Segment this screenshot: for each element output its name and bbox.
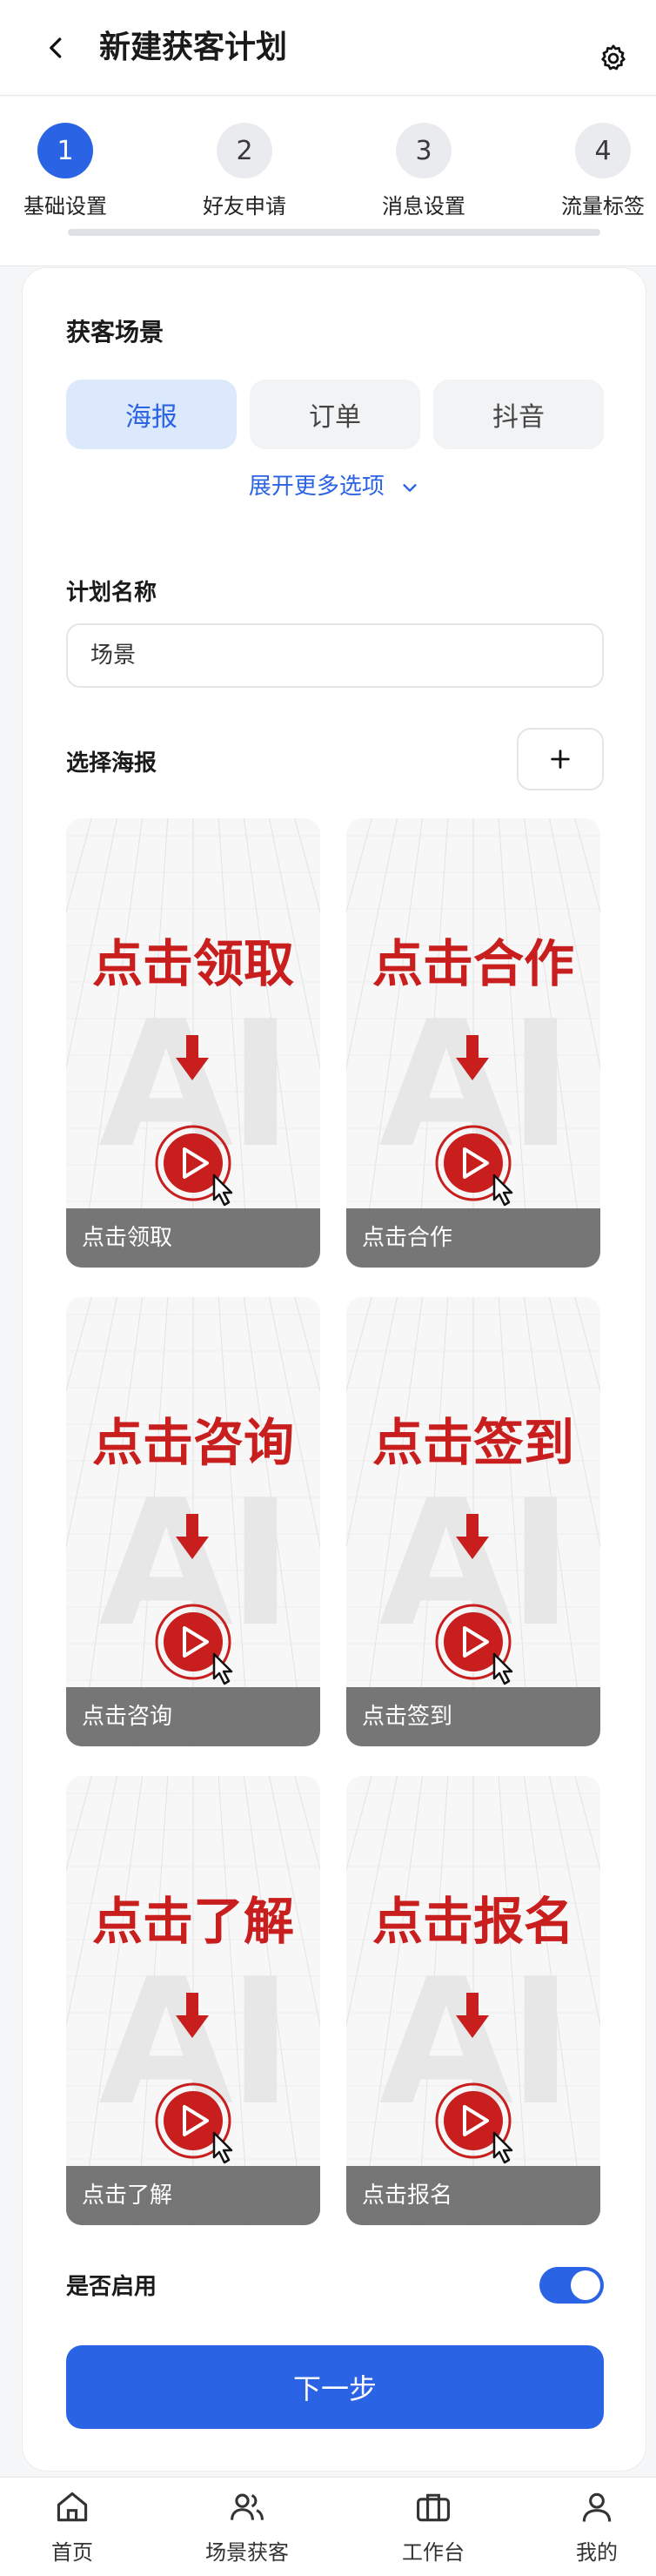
chevron-left-icon: [50, 37, 62, 58]
page-title: 新建获客计划: [99, 30, 288, 65]
poster-caption: 点击了解: [66, 2166, 320, 2225]
tab-scene-acquisition[interactable]: 场景获客: [177, 2488, 317, 2566]
expand-label: 展开更多选项: [248, 474, 385, 500]
step-label: 好友申请: [203, 194, 286, 219]
home-icon: [57, 2492, 88, 2522]
tab-label: 场景获客: [205, 2540, 289, 2565]
briefcase-icon: [417, 2493, 450, 2522]
poster-card-zixun[interactable]: AI 点击咨询 点击咨询: [66, 1297, 320, 1746]
step-number: 2: [217, 123, 272, 178]
scene-option-poster[interactable]: 海报: [66, 380, 237, 449]
arrow-down-icon: [176, 1035, 209, 1080]
play-button-icon: [155, 1604, 233, 1685]
add-poster-button[interactable]: [517, 728, 604, 790]
poster-headline: 点击领取: [91, 934, 294, 993]
poster-caption: 点击合作: [346, 1208, 600, 1268]
step-label: 消息设置: [382, 194, 465, 219]
poster-caption: 点击咨询: [66, 1687, 320, 1746]
step-number: 4: [575, 123, 631, 178]
app-header: 新建获客计划: [0, 0, 656, 96]
gear-icon: [601, 44, 626, 71]
poster-caption: 点击报名: [346, 2166, 600, 2225]
poster-headline: 点击了解: [91, 1892, 294, 1951]
arrow-down-icon: [176, 1993, 209, 2038]
steps-progress-bar: [68, 229, 600, 236]
enable-label: 是否启用: [66, 2274, 157, 2300]
poster-headline: 点击咨询: [91, 1413, 294, 1472]
scene-option-douyin[interactable]: 抖音: [433, 380, 604, 449]
poster-card-qiandao[interactable]: AI 点击签到 点击签到: [346, 1297, 600, 1746]
poster-caption: 点击领取: [66, 1208, 320, 1268]
enable-toggle[interactable]: [539, 2267, 604, 2304]
play-button-icon: [155, 2082, 233, 2164]
poster-card-liaojie[interactable]: AI 点击了解 点击了解: [66, 1776, 320, 2225]
tab-label: 工作台: [402, 2540, 465, 2565]
poster-card-lingqu[interactable]: AI 点击领取 点击领取: [66, 818, 320, 1268]
step-label: 流量标签: [561, 194, 645, 219]
step-label: 基础设置: [23, 194, 107, 219]
tab-me[interactable]: 我的: [527, 2488, 656, 2566]
chevron-down-icon: [403, 483, 417, 492]
step-indicator: 1 基础设置 2 好友申请 3 消息设置 4 流量标签: [0, 97, 656, 266]
users-icon: [231, 2493, 264, 2520]
play-button-icon: [435, 2082, 513, 2164]
user-icon: [582, 2492, 612, 2522]
step-number: 1: [37, 123, 93, 178]
play-button-icon: [155, 1125, 233, 1207]
poster-headline: 点击签到: [372, 1413, 574, 1472]
step-2[interactable]: 2 好友申请: [175, 123, 314, 219]
step-1[interactable]: 1 基础设置: [0, 123, 135, 219]
bottom-tab-bar: 首页 场景获客 工作台 我的: [0, 2477, 656, 2576]
arrow-down-icon: [176, 1514, 209, 1559]
arrow-down-icon: [456, 1035, 489, 1080]
settings-button[interactable]: [592, 37, 635, 80]
tab-workbench[interactable]: 工作台: [364, 2488, 503, 2566]
scene-option-order[interactable]: 订单: [250, 380, 420, 449]
poster-caption: 点击签到: [346, 1687, 600, 1746]
toggle-knob: [571, 2270, 600, 2300]
tab-label: 我的: [576, 2540, 618, 2565]
step-number: 3: [396, 123, 452, 178]
poster-card-baoming[interactable]: AI 点击报名 点击报名: [346, 1776, 600, 2225]
tab-home[interactable]: 首页: [3, 2488, 142, 2566]
poster-headline: 点击报名: [372, 1892, 574, 1951]
scene-title: 获客场景: [66, 318, 164, 346]
tab-label: 首页: [51, 2540, 93, 2565]
plus-icon: [551, 750, 570, 769]
play-button-icon: [435, 1125, 513, 1207]
step-4[interactable]: 4 流量标签: [533, 123, 656, 219]
next-step-button[interactable]: 下一步: [66, 2345, 604, 2429]
plan-name-title: 计划名称: [66, 580, 157, 606]
expand-more-options[interactable]: 展开更多选项: [23, 468, 646, 501]
arrow-down-icon: [456, 1514, 489, 1559]
step-3[interactable]: 3 消息设置: [354, 123, 493, 219]
back-button[interactable]: [35, 26, 78, 70]
arrow-down-icon: [456, 1993, 489, 2038]
poster-card-hezuo[interactable]: AI 点击合作 点击合作: [346, 818, 600, 1268]
form-card: 获客场景 海报 订单 抖音 展开更多选项 计划名称 场景 选择海报 AI 点击领取…: [23, 268, 646, 2471]
plan-name-input[interactable]: 场景: [66, 623, 604, 688]
poster-section-title: 选择海报: [66, 750, 157, 777]
play-button-icon: [435, 1604, 513, 1685]
poster-headline: 点击合作: [372, 934, 574, 993]
